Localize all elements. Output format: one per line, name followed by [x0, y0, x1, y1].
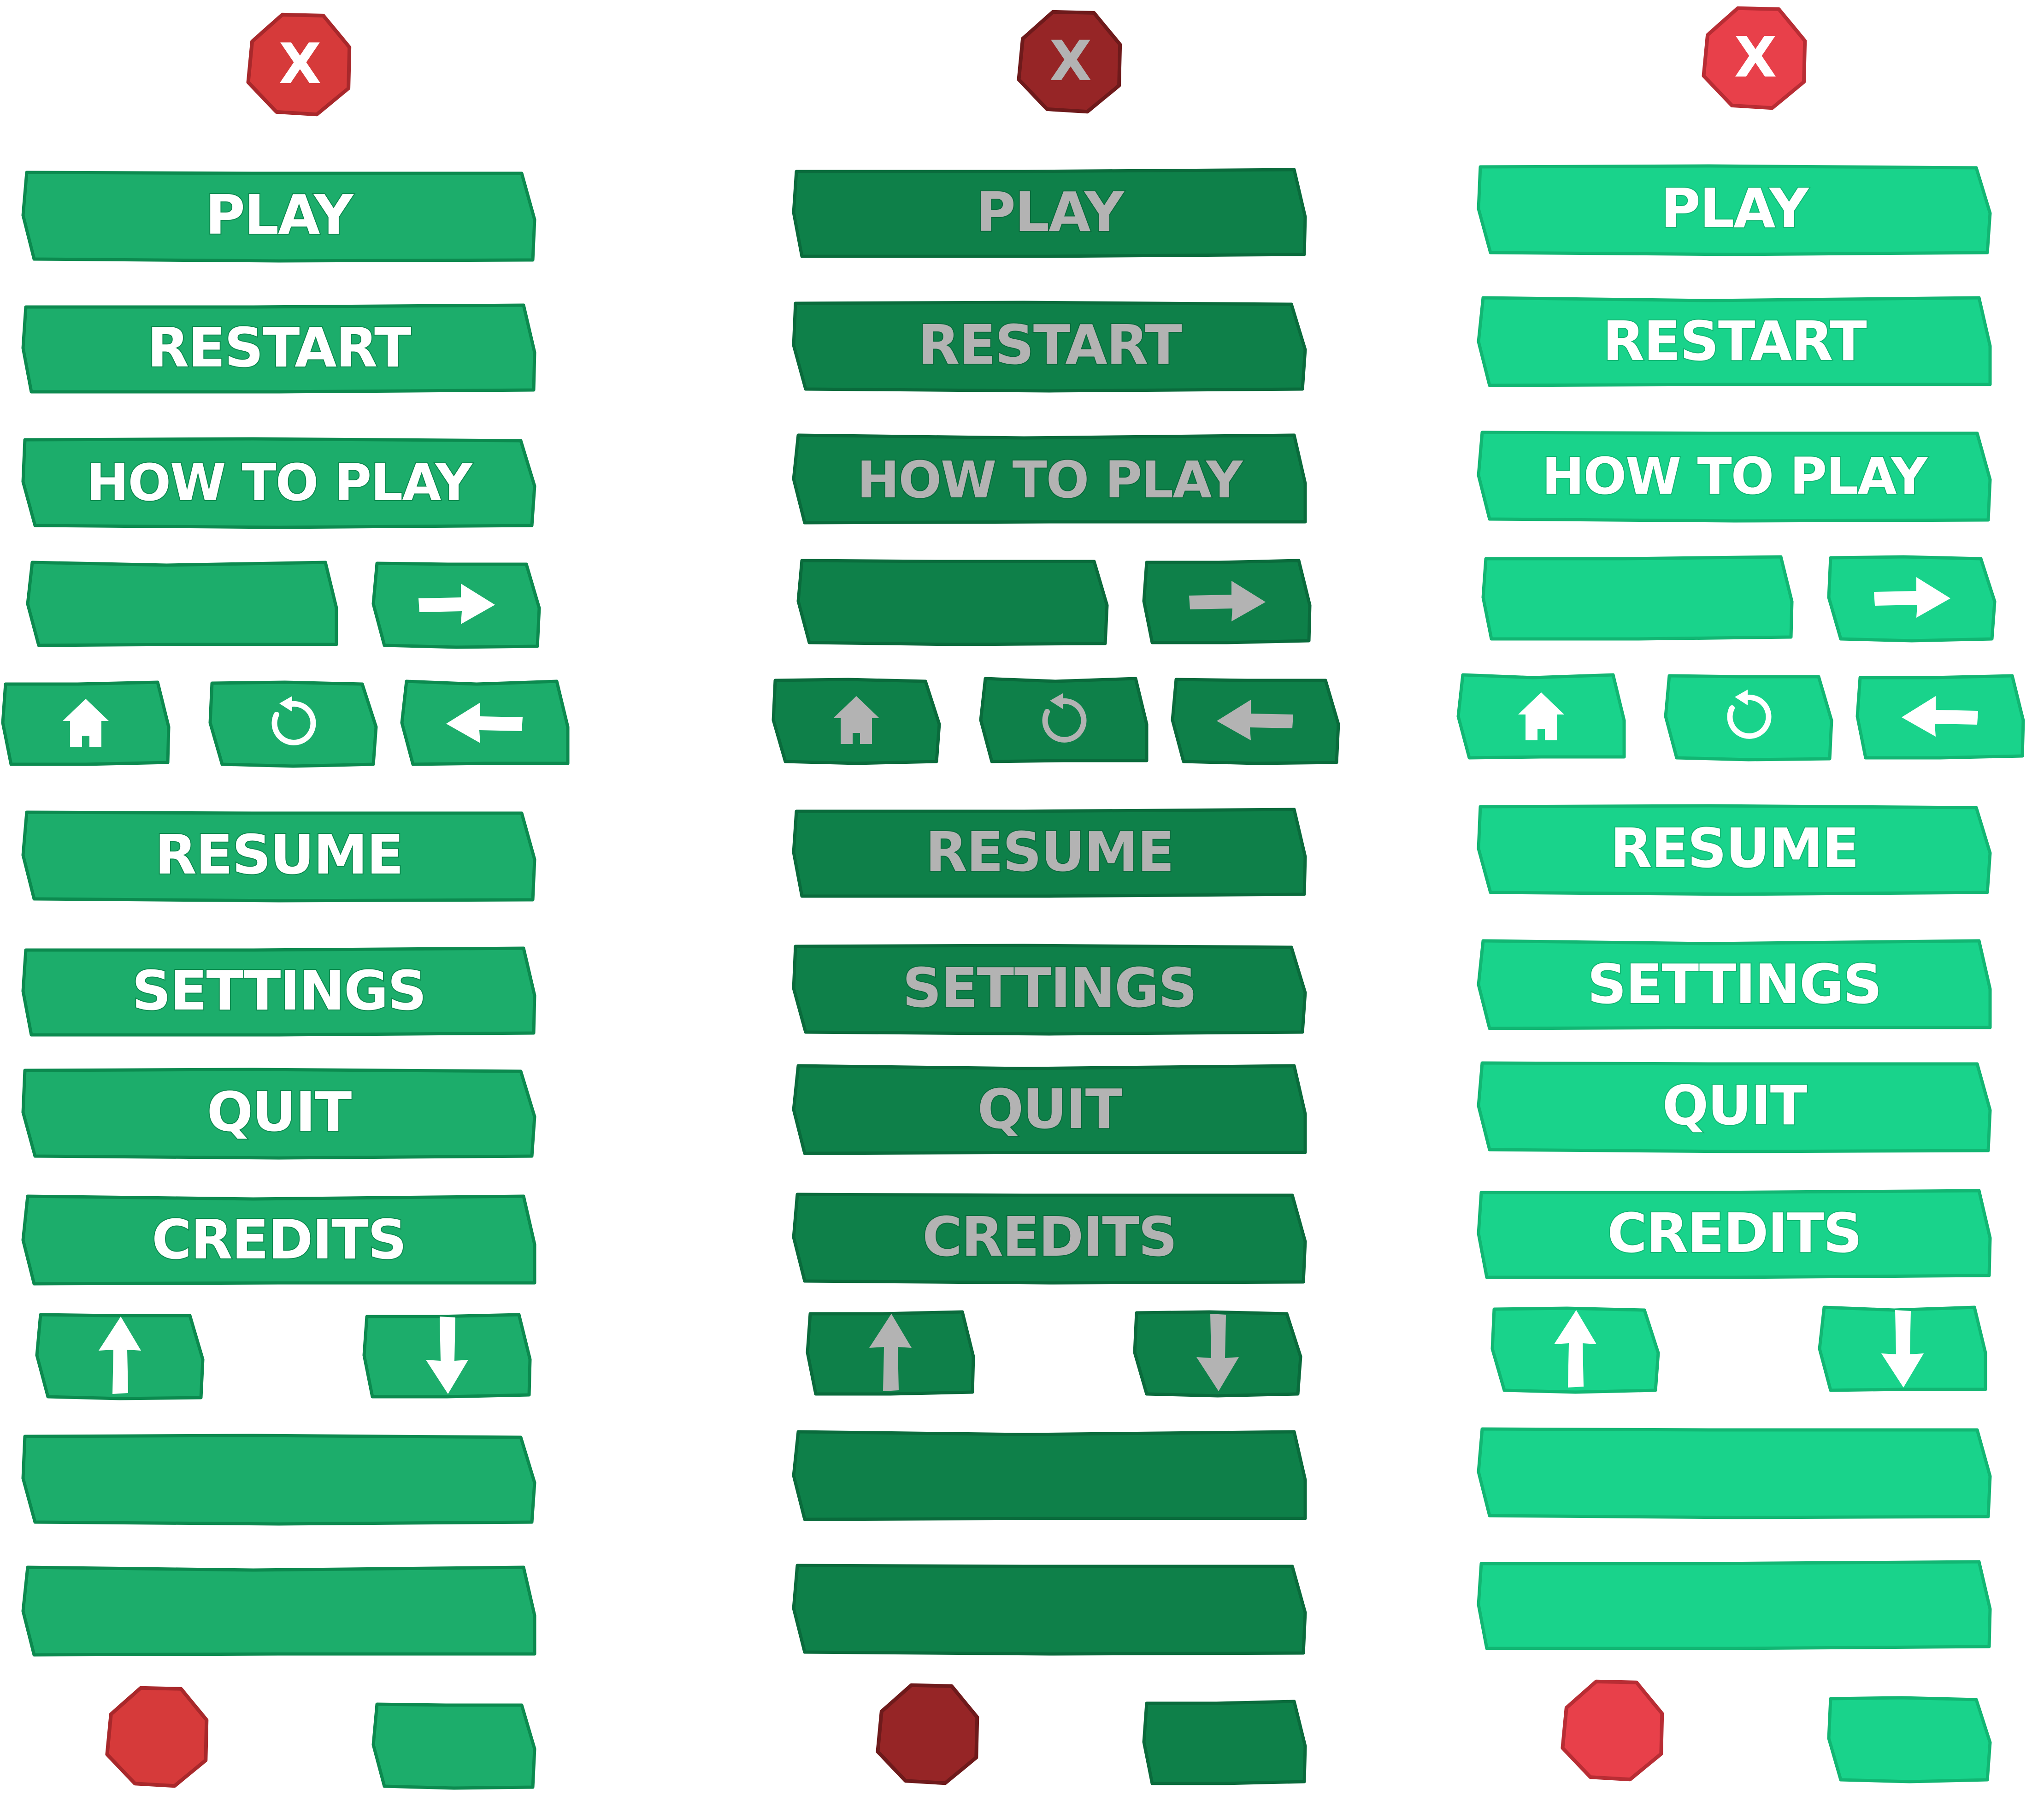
settings-label: SETTINGS: [1587, 952, 1881, 1016]
play-button[interactable]: PLAY: [792, 168, 1307, 258]
quit-label: QUIT: [1662, 1074, 1807, 1137]
blank-button-bar-2[interactable]: [21, 1565, 536, 1657]
settings-button[interactable]: SETTINGS: [21, 946, 536, 1037]
credits-button[interactable]: CREDITS: [1477, 1189, 1992, 1279]
restart-label: RESTART: [1602, 309, 1867, 373]
how-to-play-button[interactable]: HOW TO PLAY: [21, 437, 536, 529]
play-button[interactable]: PLAY: [1477, 164, 1992, 256]
button-set-hover: X PLAY RESTART HOW TO PLAY RESUME SETTINGS QUI…: [1456, 6, 2025, 1783]
scroll-up-button[interactable]: [35, 1313, 205, 1400]
play-label: PLAY: [205, 183, 354, 247]
close-button[interactable]: X: [1702, 6, 1807, 110]
back-button[interactable]: [400, 679, 570, 766]
resume-button[interactable]: RESUME: [792, 808, 1307, 898]
how-to-play-button[interactable]: HOW TO PLAY: [1477, 431, 1992, 523]
credits-label: CREDITS: [1607, 1201, 1861, 1265]
close-icon: X: [279, 32, 321, 96]
blank-round-button[interactable]: [105, 1686, 209, 1788]
blank-button-small[interactable]: [1142, 1700, 1307, 1785]
resume-label: RESUME: [1610, 816, 1858, 880]
restart-label: RESTART: [918, 313, 1182, 377]
home-button[interactable]: [1456, 673, 1626, 760]
next-button[interactable]: [1142, 559, 1312, 644]
credits-button[interactable]: CREDITS: [792, 1193, 1307, 1285]
quit-button[interactable]: QUIT: [21, 1068, 536, 1160]
blank-button-bar-2[interactable]: [792, 1564, 1307, 1656]
how-to-play-button[interactable]: HOW TO PLAY: [792, 433, 1307, 525]
blank-round-button[interactable]: [1561, 1679, 1664, 1782]
scroll-up-button[interactable]: [1490, 1306, 1660, 1394]
settings-button[interactable]: SETTINGS: [792, 944, 1307, 1036]
how-to-play-label: HOW TO PLAY: [1542, 447, 1928, 506]
credits-button[interactable]: CREDITS: [21, 1194, 536, 1286]
game-ui-kit-sheet: X PLAY RESTART HOW TO PLAY RESUME SETTINGS QUI…: [1, 6, 2025, 1790]
replay-button[interactable]: [1664, 674, 1833, 762]
settings-button[interactable]: SETTINGS: [1477, 939, 1992, 1030]
close-button[interactable]: X: [1017, 10, 1122, 114]
blank-button-small[interactable]: [371, 1702, 536, 1790]
next-button[interactable]: [371, 561, 541, 649]
blank-button-bar-1[interactable]: [21, 1434, 536, 1526]
scroll-down-button[interactable]: [1133, 1310, 1302, 1398]
home-button[interactable]: [1, 680, 171, 766]
resume-button[interactable]: RESUME: [1477, 804, 1992, 896]
blank-button-wide[interactable]: [796, 559, 1109, 646]
close-icon: X: [1734, 26, 1776, 90]
home-button[interactable]: [772, 678, 941, 765]
scroll-down-button[interactable]: [1818, 1305, 1987, 1392]
replay-button[interactable]: [208, 680, 378, 768]
close-icon: X: [1049, 30, 1091, 94]
blank-button-bar-1[interactable]: [1477, 1427, 1992, 1519]
settings-label: SETTINGS: [902, 956, 1196, 1020]
play-label: PLAY: [976, 180, 1125, 244]
blank-button-small[interactable]: [1827, 1696, 1992, 1783]
play-button[interactable]: PLAY: [21, 171, 536, 263]
blank-button-bar-2[interactable]: [1477, 1560, 1992, 1650]
blank-button-wide[interactable]: [26, 561, 338, 647]
restart-label: RESTART: [147, 316, 411, 379]
scroll-down-button[interactable]: [362, 1313, 532, 1399]
how-to-play-label: HOW TO PLAY: [857, 450, 1243, 509]
back-button[interactable]: [1171, 678, 1340, 765]
credits-label: CREDITS: [152, 1208, 406, 1271]
next-button[interactable]: [1827, 555, 1997, 643]
scroll-up-button[interactable]: [806, 1310, 975, 1396]
credits-label: CREDITS: [922, 1205, 1176, 1269]
replay-button[interactable]: [979, 677, 1149, 763]
restart-button[interactable]: RESTART: [1477, 296, 1992, 387]
settings-label: SETTINGS: [132, 959, 426, 1022]
blank-round-button[interactable]: [876, 1683, 979, 1785]
close-button[interactable]: X: [246, 12, 352, 117]
how-to-play-label: HOW TO PLAY: [86, 453, 472, 512]
quit-button[interactable]: QUIT: [792, 1064, 1307, 1155]
button-set-normal: X PLAY RESTART HOW TO PLAY RESUME SETTINGS QUI…: [1, 12, 570, 1790]
button-set-pressed: X PLAY RESTART HOW TO PLAY RESUME SETTINGS QUI…: [772, 10, 1340, 1785]
resume-label: RESUME: [155, 823, 403, 886]
resume-label: RESUME: [925, 820, 1173, 884]
blank-button-wide[interactable]: [1481, 555, 1794, 641]
back-button[interactable]: [1856, 674, 2025, 760]
play-label: PLAY: [1661, 177, 1809, 240]
quit-label: QUIT: [978, 1077, 1122, 1141]
restart-button[interactable]: RESTART: [792, 301, 1307, 393]
resume-button[interactable]: RESUME: [21, 810, 536, 903]
quit-button[interactable]: QUIT: [1477, 1061, 1992, 1153]
restart-button[interactable]: RESTART: [21, 303, 536, 394]
blank-button-bar-1[interactable]: [792, 1430, 1307, 1521]
quit-label: QUIT: [207, 1080, 352, 1144]
